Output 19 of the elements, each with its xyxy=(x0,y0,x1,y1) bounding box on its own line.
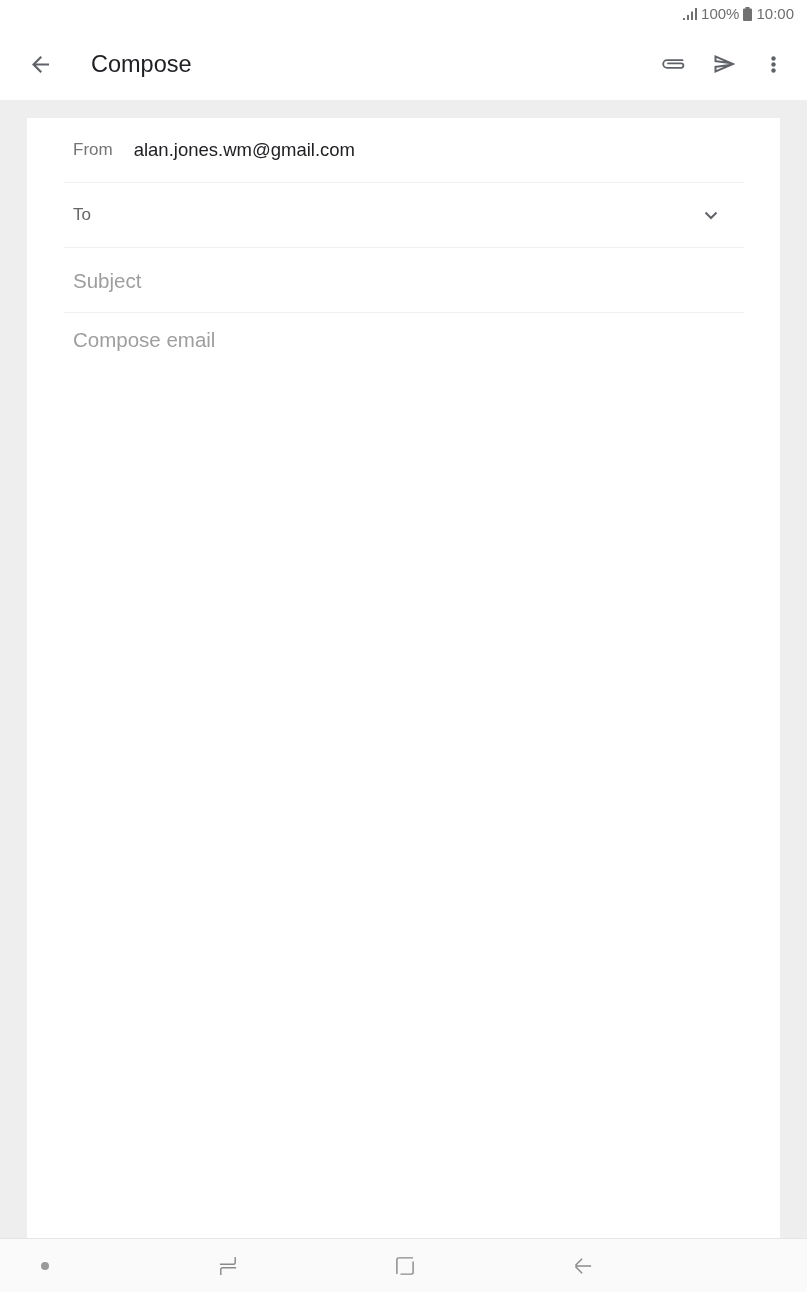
body-field[interactable]: Compose email xyxy=(27,313,780,1238)
battery-icon xyxy=(743,7,753,21)
more-options-icon[interactable] xyxy=(771,55,776,73)
subject-field[interactable]: Subject xyxy=(27,248,780,313)
sender-address: alan.jones.wm@gmail.com xyxy=(133,139,355,161)
home-icon[interactable] xyxy=(396,1255,414,1276)
dot-icon[interactable] xyxy=(41,1261,49,1270)
screen-title: Compose xyxy=(91,50,192,78)
send-icon[interactable] xyxy=(714,55,736,73)
back-icon[interactable] xyxy=(574,1255,592,1276)
chevron-down-icon[interactable] xyxy=(704,210,718,220)
to-label: To xyxy=(73,205,91,225)
signal-icon xyxy=(683,8,698,20)
from-label: From xyxy=(73,140,113,160)
paperclip-icon[interactable] xyxy=(660,57,685,71)
back-icon[interactable] xyxy=(32,55,49,73)
battery-percentage: 100% xyxy=(701,5,740,23)
status-time: 10:00 xyxy=(756,5,794,23)
recent-apps-icon[interactable] xyxy=(219,1255,237,1276)
